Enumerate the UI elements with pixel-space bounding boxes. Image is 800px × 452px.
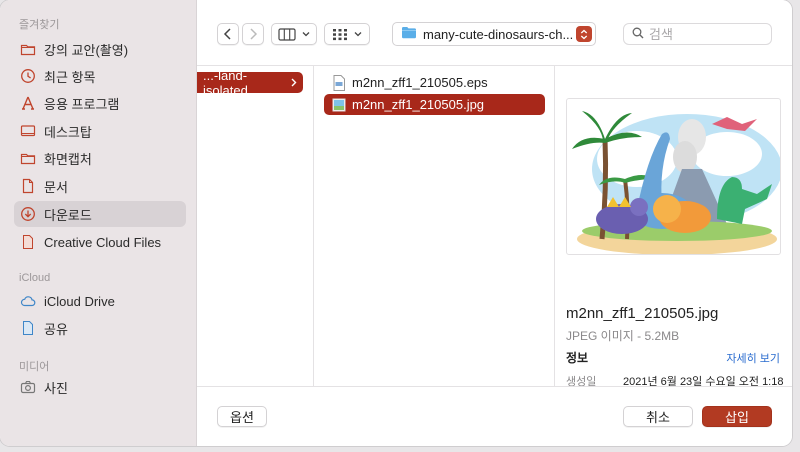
sidebar-item-label: 강의 교안(촬영) (44, 42, 129, 58)
sidebar-item-photos[interactable]: 사진 (14, 374, 186, 400)
sidebar-item-downloads[interactable]: 다운로드 (14, 201, 186, 227)
document-icon (20, 178, 36, 194)
forward-button[interactable] (242, 23, 264, 45)
preview-file-kind: JPEG 이미지 - 5.2MB (566, 329, 680, 343)
sidebar-item-label: 데스크탑 (44, 124, 92, 140)
open-file-dialog: 즐겨찾기 강의 교안(촬영) 최근 항목 응용 프로그램 데스크탑 화면캡처 문… (0, 0, 792, 446)
download-icon (20, 206, 36, 222)
sidebar-item-desktop[interactable]: 데스크탑 (14, 118, 186, 144)
group-by-button[interactable] (324, 23, 370, 45)
chevron-down-icon (354, 31, 362, 37)
sidebar-item-recents[interactable]: 최근 항목 (14, 63, 186, 89)
sidebar: 즐겨찾기 강의 교안(촬영) 최근 항목 응용 프로그램 데스크탑 화면캡처 문… (0, 0, 197, 446)
sidebar-item-label: Creative Cloud Files (44, 234, 162, 250)
desktop-icon (20, 123, 36, 139)
sidebar-item-label: 공유 (44, 321, 68, 337)
preview-file-name: m2nn_zff1_210505.jpg (566, 305, 719, 322)
options-button[interactable]: 옵션 (217, 406, 267, 427)
bottom-bar: 옵션 취소 삽입 (197, 386, 792, 446)
chevron-right-icon (248, 28, 258, 40)
camera-icon (20, 379, 36, 395)
sidebar-item-label: 문서 (44, 179, 68, 195)
eps-file-icon (332, 74, 346, 91)
selected-folder-item[interactable]: ...-land-isolated (197, 68, 303, 98)
sidebar-item-documents[interactable]: 문서 (14, 173, 186, 199)
file-list-column: m2nn_zff1_210505.eps m2nn_zff1_210505.jp… (315, 66, 555, 386)
sidebar-item-label: 사진 (44, 380, 68, 396)
sidebar-item-label: iCloud Drive (44, 293, 115, 309)
location-popup[interactable]: many-cute-dinosaurs-ch... (392, 22, 596, 46)
info-header: 정보 (566, 351, 589, 365)
applications-icon (20, 95, 36, 111)
view-mode-button[interactable] (271, 23, 317, 45)
chevron-down-icon (302, 31, 310, 37)
sidebar-item-applications[interactable]: 응용 프로그램 (14, 90, 186, 116)
media-header: 미디어 (19, 361, 50, 373)
shared-folder-icon (20, 320, 36, 336)
folder-name: ...-land-isolated (203, 67, 248, 98)
sidebar-item-label: 최근 항목 (44, 69, 96, 85)
folder-icon (401, 26, 417, 42)
sidebar-item-screenshots[interactable]: 화면캡처 (14, 145, 186, 171)
sidebar-item-shared[interactable]: 공유 (14, 315, 186, 341)
up-down-chevron-icon (576, 26, 592, 42)
sidebar-item-creative-cloud[interactable]: Creative Cloud Files (14, 229, 186, 255)
created-value: 2021년 6월 23일 수요일 오전 1:18 (623, 376, 784, 386)
created-label: 생성일 (566, 376, 597, 386)
file-icon (20, 234, 36, 250)
location-label: many-cute-dinosaurs-ch... (423, 26, 574, 42)
grid-icon (332, 28, 348, 41)
toolbar: many-cute-dinosaurs-ch... (197, 0, 792, 66)
sidebar-item-label: 다운로드 (44, 207, 92, 223)
image-thumbnail (566, 98, 781, 255)
parent-folder-column: ...-land-isolated (197, 66, 314, 386)
chevron-left-icon (223, 28, 233, 40)
folder-icon (20, 150, 36, 166)
file-name: m2nn_zff1_210505.eps (352, 75, 488, 90)
search-box[interactable] (623, 23, 772, 45)
back-button[interactable] (217, 23, 239, 45)
sidebar-item-label: 응용 프로그램 (44, 96, 120, 112)
sidebar-item-lecture-folder[interactable]: 강의 교안(촬영) (14, 36, 186, 62)
insert-button[interactable]: 삽입 (702, 406, 772, 427)
file-item-eps[interactable]: m2nn_zff1_210505.eps (324, 72, 545, 93)
search-icon (632, 27, 644, 42)
sidebar-item-label: 화면캡처 (44, 151, 92, 167)
icloud-header: iCloud (19, 272, 51, 284)
favorites-header: 즐겨찾기 (19, 19, 60, 31)
cloud-icon (20, 293, 36, 309)
chevron-right-icon (291, 75, 297, 90)
preview-pane: m2nn_zff1_210505.jpg JPEG 이미지 - 5.2MB 정보… (556, 66, 792, 386)
columns-view-icon (278, 27, 296, 41)
cancel-button[interactable]: 취소 (623, 406, 693, 427)
show-more-link[interactable]: 자세히 보기 (726, 350, 780, 366)
search-input[interactable] (649, 26, 759, 42)
image-file-icon (332, 97, 346, 113)
folder-icon (20, 41, 36, 57)
file-name: m2nn_zff1_210505.jpg (352, 97, 485, 112)
clock-icon (20, 68, 36, 84)
sidebar-item-icloud-drive[interactable]: iCloud Drive (14, 288, 186, 314)
file-item-jpg[interactable]: m2nn_zff1_210505.jpg (324, 94, 545, 115)
